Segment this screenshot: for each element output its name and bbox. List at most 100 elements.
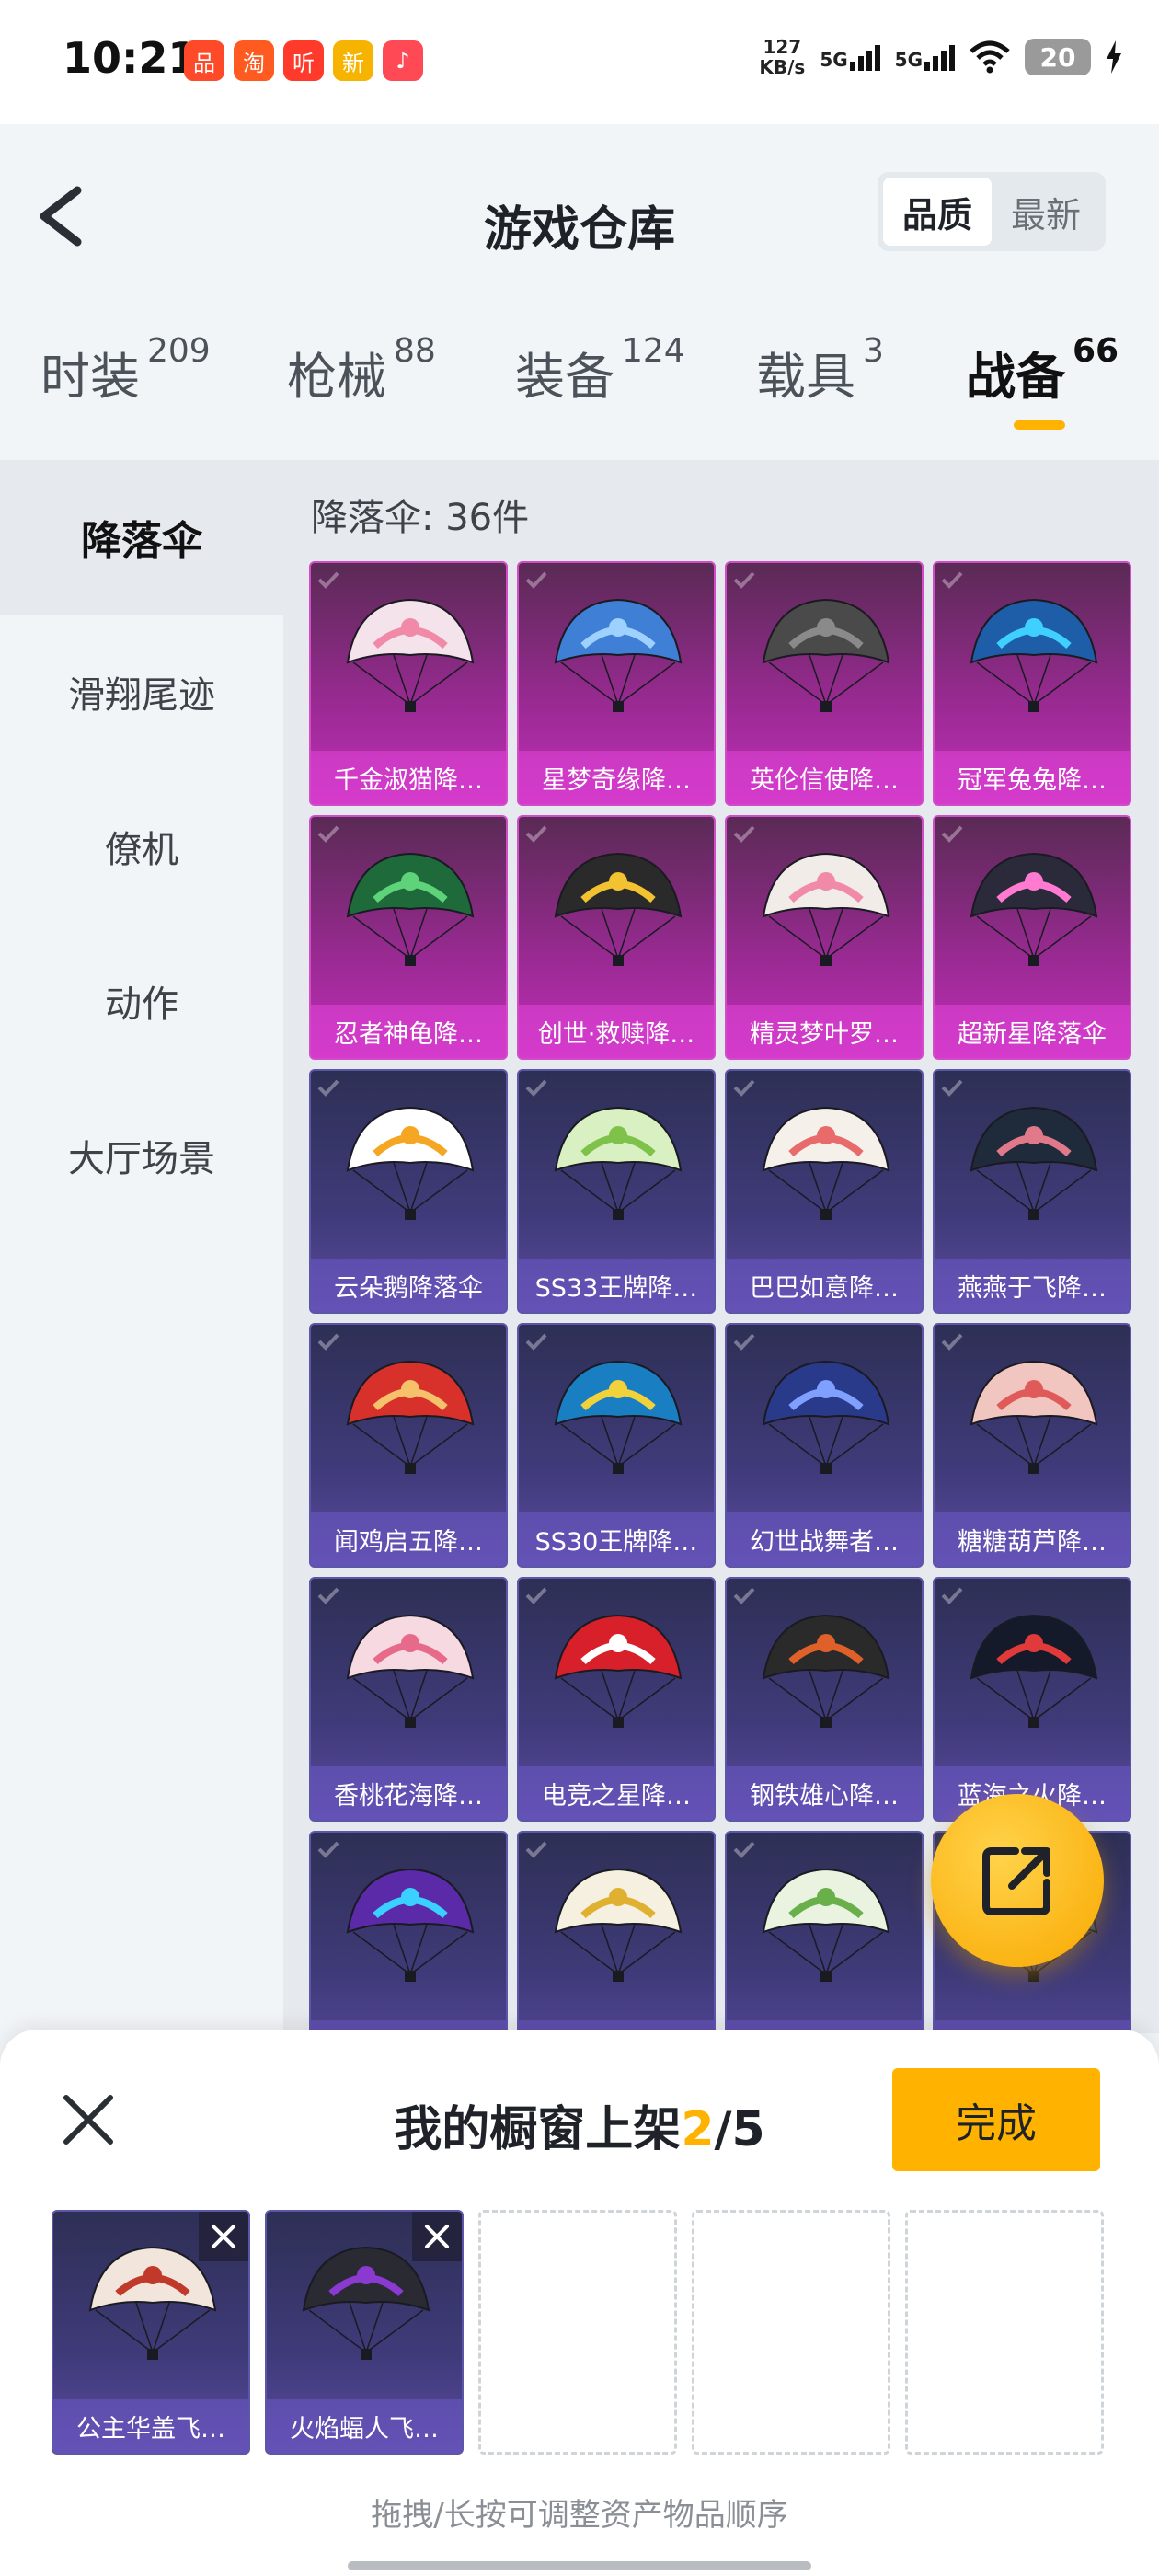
showcase-current-count: 2	[681, 2102, 715, 2157]
sidebar-item-1[interactable]: 滑翔尾迹	[0, 615, 283, 769]
category-tab-label: 载具	[756, 348, 855, 406]
parachute-card[interactable]: 钢铁雄心降…	[725, 1577, 924, 1822]
parachute-card[interactable]: SS29王牌降…	[517, 1831, 716, 2033]
parachute-card[interactable]: 创世·救赎降…	[517, 815, 716, 1060]
parachute-name: 香桃花海降…	[311, 1766, 506, 1820]
checkmark-icon	[525, 571, 547, 589]
page-header: 游戏仓库 品质 最新 时装 209 枪械 88 装备 124 载具 3 战备 66	[0, 124, 1159, 455]
checkmark-icon	[525, 1079, 547, 1097]
parachute-icon	[762, 1360, 890, 1474]
sort-option-0[interactable]: 品质	[883, 178, 992, 246]
home-indicator[interactable]	[348, 2561, 811, 2570]
parachute-card[interactable]: 冠军兔兔降…	[933, 561, 1131, 806]
category-tab-4[interactable]: 战备 66	[966, 332, 1119, 430]
parachute-name: 忍者神龟降…	[311, 1005, 506, 1058]
category-tab-label: 装备	[515, 348, 614, 406]
parachute-icon	[346, 598, 475, 712]
parachute-name: 创世·救赎降…	[519, 1005, 714, 1058]
checkmark-icon	[941, 825, 963, 843]
share-fab-button[interactable]	[931, 1794, 1104, 1967]
parachute-icon	[762, 852, 890, 966]
showcase-slot-filled[interactable]: 公主华盖飞…	[52, 2210, 250, 2455]
checkmark-icon	[733, 1333, 755, 1351]
parachute-card[interactable]: 千金淑猫降…	[309, 561, 508, 806]
parachute-card[interactable]: 星梦奇缘降…	[517, 561, 716, 806]
parachute-card[interactable]: 化学王才降…	[309, 1831, 508, 2033]
parachute-card[interactable]: 闻鸡启五降…	[309, 1323, 508, 1568]
parachute-name: 闻鸡启五降…	[311, 1512, 506, 1566]
parachute-card[interactable]: 云朵鹅降落伞	[309, 1069, 508, 1314]
category-tab-label: 枪械	[287, 348, 386, 406]
parachute-name: 钢铁雄心降…	[727, 1766, 922, 1820]
parachute-name: 巴巴如意降…	[727, 1259, 922, 1312]
parachute-icon	[554, 1614, 683, 1728]
done-button[interactable]: 完成	[892, 2068, 1100, 2171]
parachute-card[interactable]: 精灵梦叶罗…	[725, 815, 924, 1060]
parachute-icon	[554, 852, 683, 966]
sidebar-item-4[interactable]: 大厅场景	[0, 1078, 283, 1233]
signal-1: 5G	[820, 43, 880, 71]
active-tab-underline	[1014, 420, 1065, 430]
parachute-name: 冠军兔兔降…	[935, 751, 1130, 804]
category-tab-0[interactable]: 时装 209	[40, 332, 211, 408]
category-tab-2[interactable]: 装备 124	[515, 332, 685, 408]
sort-option-1[interactable]: 最新	[992, 178, 1100, 246]
parachute-card[interactable]: 糖糖葫芦降…	[933, 1323, 1131, 1568]
category-tab-1[interactable]: 枪械 88	[287, 332, 436, 408]
parachute-card[interactable]: 巴巴如意降…	[725, 1069, 924, 1314]
signal-bars-icon	[924, 43, 955, 71]
checkmark-icon	[317, 1841, 339, 1858]
showcase-slot-empty[interactable]	[692, 2210, 890, 2455]
parachute-icon	[970, 598, 1098, 712]
parachute-card[interactable]: SS33王牌降…	[517, 1069, 716, 1314]
parachute-card[interactable]: 电竞之星降…	[517, 1577, 716, 1822]
checkmark-icon	[525, 1841, 547, 1858]
category-tabs: 时装 209 枪械 88 装备 124 载具 3 战备 66	[0, 332, 1159, 437]
parachute-name: SS30王牌降…	[519, 1512, 714, 1566]
parachute-card[interactable]: 蓝海之火降…	[933, 1577, 1131, 1822]
parachute-name: 幻世战舞者…	[727, 1512, 922, 1566]
sidebar-item-3[interactable]: 动作	[0, 924, 283, 1078]
parachute-icon	[554, 1868, 683, 1982]
status-app-icons: 品淘听新 ♪	[184, 40, 423, 81]
showcase-slot-empty[interactable]	[905, 2210, 1104, 2455]
checkmark-icon	[941, 1333, 963, 1351]
parachute-card[interactable]: 香桃花海降…	[309, 1577, 508, 1822]
checkmark-icon	[525, 1333, 547, 1351]
parachute-card[interactable]: SS30王牌降…	[517, 1323, 716, 1568]
parachute-card[interactable]: 忍者神龟降…	[309, 815, 508, 1060]
showcase-slot-filled[interactable]: 火焰蝠人飞…	[265, 2210, 464, 2455]
parachute-icon	[970, 1106, 1098, 1220]
status-right: 127 KB/s 5G 5G 20	[759, 37, 1122, 77]
item-count: 降落伞: 36件	[311, 497, 530, 539]
parachute-icon	[346, 1868, 475, 1982]
parachute-card[interactable]: 英伦信使降…	[725, 561, 924, 806]
parachute-icon	[554, 1106, 683, 1220]
parachute-icon	[554, 1360, 683, 1474]
subcategory-sidebar: 降落伞 滑翔尾迹 僚机 动作 大厅场景	[0, 460, 283, 2033]
remove-item-button[interactable]	[199, 2212, 248, 2261]
sidebar-item-2[interactable]: 僚机	[0, 769, 283, 924]
category-tab-label: 战备	[966, 348, 1065, 406]
parachute-card[interactable]: 幻世战舞者…	[725, 1323, 924, 1568]
parachute-icon	[762, 1106, 890, 1220]
remove-item-button[interactable]	[412, 2212, 462, 2261]
parachute-name: 电竞之星降…	[519, 1766, 714, 1820]
parachute-icon	[762, 1614, 890, 1728]
parachute-card[interactable]: 超新星降落伞	[933, 815, 1131, 1060]
parachute-name: 精灵梦叶罗…	[727, 1005, 922, 1058]
checkmark-icon	[733, 1841, 755, 1858]
sidebar-item-0[interactable]: 降落伞	[0, 460, 283, 615]
charging-bolt-icon	[1107, 40, 1121, 74]
status-time: 10:21	[63, 33, 198, 83]
network-speed-value: 127	[763, 36, 802, 58]
parachute-name: 燕燕于飞降…	[935, 1259, 1130, 1312]
close-icon	[212, 2225, 235, 2248]
category-tab-3[interactable]: 载具 3	[756, 332, 884, 408]
parachute-card[interactable]: 雏菊兔兔降…	[725, 1831, 924, 2033]
showcase-slots: 公主华盖飞… 火焰蝠人飞…	[52, 2210, 1104, 2455]
parachute-card[interactable]: 燕燕于飞降…	[933, 1069, 1131, 1314]
showcase-slot-empty[interactable]	[478, 2210, 677, 2455]
parachute-icon	[970, 1360, 1098, 1474]
app-douyin-icon: ♪	[383, 40, 423, 81]
